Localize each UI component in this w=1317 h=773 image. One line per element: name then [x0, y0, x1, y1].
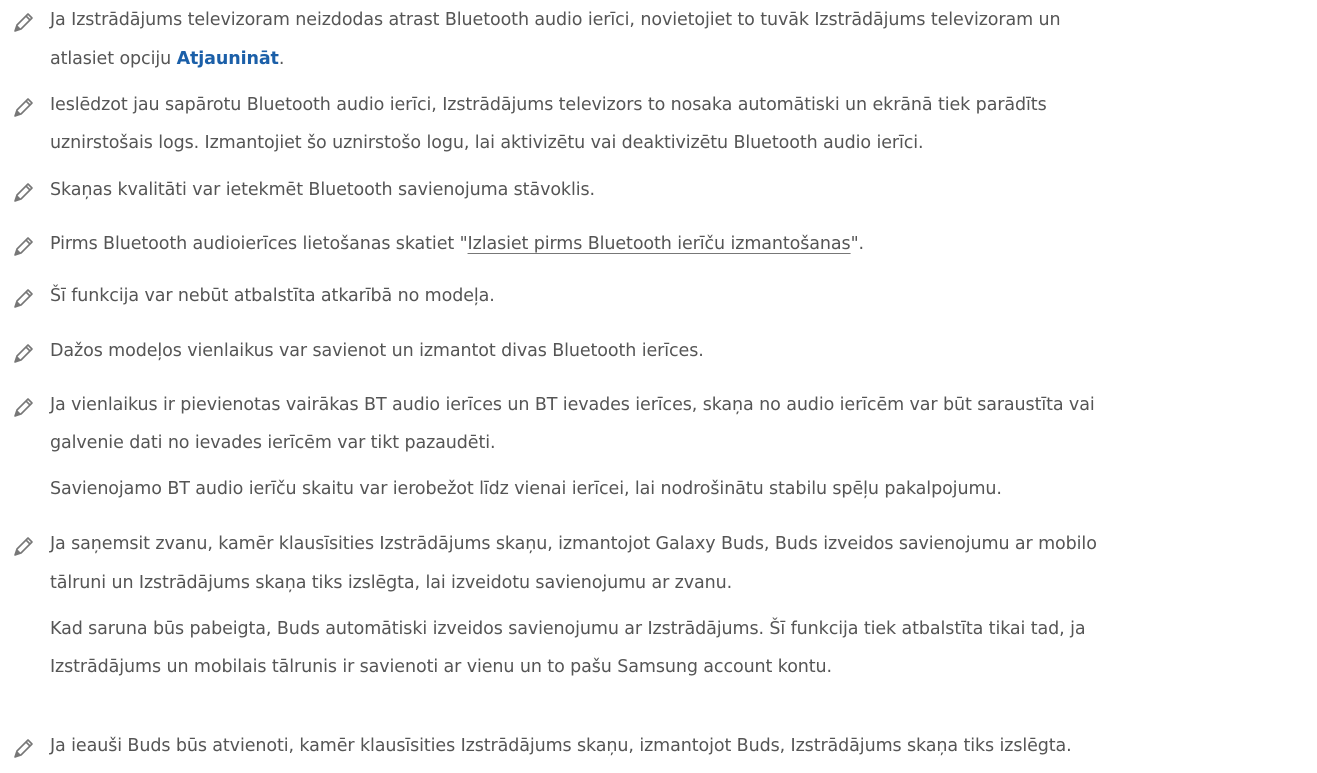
- note-text-line: Pirms Bluetooth audioierīces lietošanas …: [50, 234, 865, 254]
- note-text-line: Kad saruna būs pabeigta, Buds automātisk…: [50, 619, 1086, 639]
- note-text-line: Dažos modeļos vienlaikus var savienot un…: [50, 341, 704, 361]
- note-text-line: galvenie dati no ievades ierīcēm var tik…: [50, 433, 496, 453]
- note-text-line: Ja ieauši Buds būs atvienoti, kamēr klau…: [50, 736, 1072, 756]
- refresh-link[interactable]: Atjaunināt: [177, 49, 279, 69]
- pencil-icon: [12, 95, 36, 119]
- bluetooth-guide-link[interactable]: Izlasiet pirms Bluetooth ierīču izmantoš…: [468, 234, 851, 254]
- note-text-line: tālruni un Izstrādājums skaņa tiks izslē…: [50, 573, 733, 593]
- note-text: .: [278, 49, 285, 69]
- pencil-icon: [12, 180, 36, 204]
- notes-page: Ja Izstrādājums televizoram neizdodas at…: [0, 0, 1317, 773]
- pencil-icon: [12, 286, 36, 310]
- note-text: atlasiet opciju: [50, 49, 177, 69]
- note-text-line: Ieslēdzot jau sapārotu Bluetooth audio i…: [50, 95, 1047, 115]
- note-text-line: Izstrādājums un mobilais tālrunis ir sav…: [50, 657, 833, 677]
- pencil-icon: [12, 736, 36, 760]
- note-text-line: Ja Izstrādājums televizoram neizdodas at…: [50, 10, 1061, 30]
- note-text: ".: [850, 234, 865, 254]
- pencil-icon: [12, 534, 36, 558]
- note-text-line: Ja vienlaikus ir pievienotas vairākas BT…: [50, 395, 1095, 415]
- pencil-icon: [12, 10, 36, 34]
- note-text: Pirms Bluetooth audioierīces lietošanas …: [50, 234, 468, 254]
- pencil-icon: [12, 341, 36, 365]
- note-text-line: Skaņas kvalitāti var ietekmēt Bluetooth …: [50, 180, 595, 200]
- pencil-icon: [12, 234, 36, 258]
- note-text-line: Šī funkcija var nebūt atbalstīta atkarīb…: [50, 286, 495, 306]
- pencil-icon: [12, 395, 36, 419]
- note-text-line: Savienojamo BT audio ierīču skaitu var i…: [50, 479, 1002, 499]
- note-text-line: uznirstošais logs. Izmantojiet šo uznirs…: [50, 133, 924, 153]
- note-text-line: Ja saņemsit zvanu, kamēr klausīsities Iz…: [50, 534, 1097, 554]
- note-text-line: atlasiet opciju Atjaunināt.: [50, 49, 285, 69]
